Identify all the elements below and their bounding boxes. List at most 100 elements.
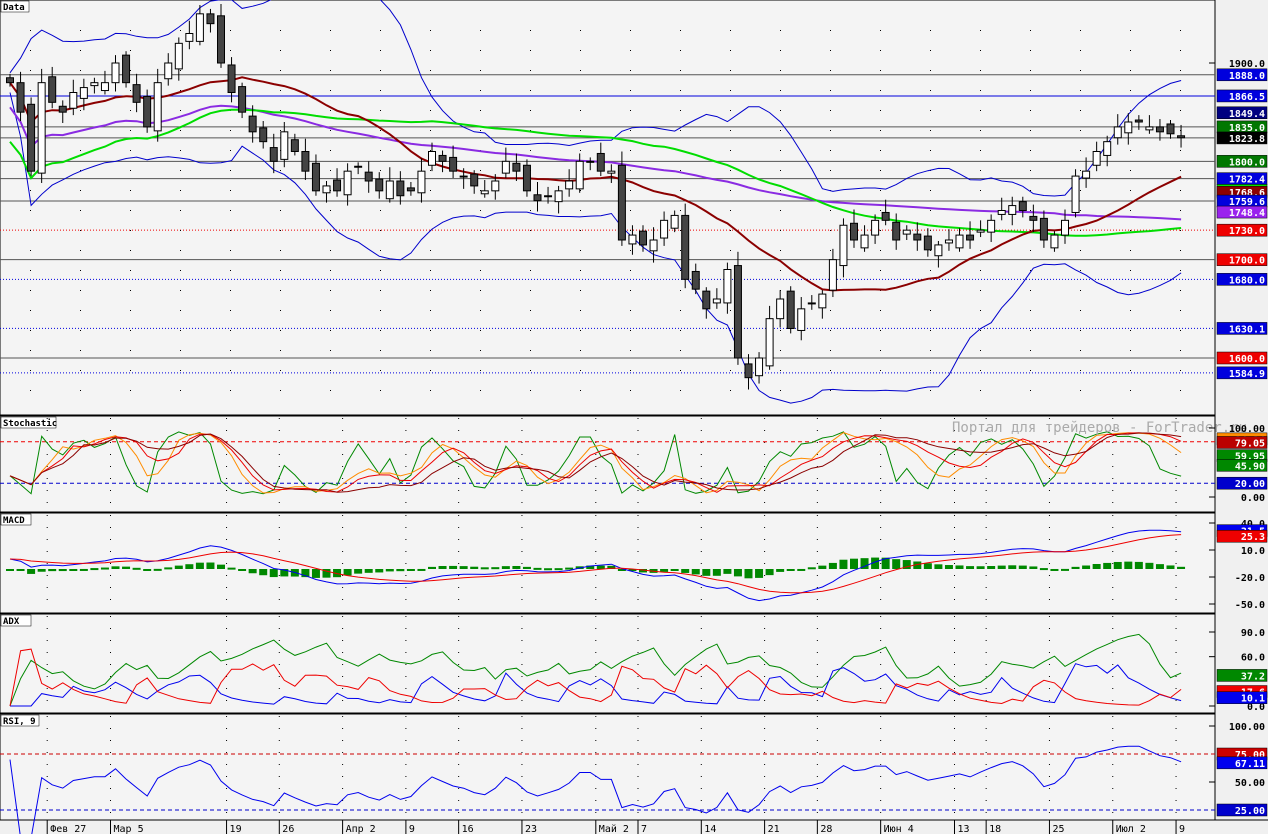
grid-dot	[130, 30, 131, 31]
grid-dot	[180, 390, 181, 391]
candle-body-bear	[406, 187, 415, 192]
macd-histogram-bar	[1103, 562, 1112, 569]
grid-dot	[680, 290, 681, 291]
grid-dot	[1080, 290, 1081, 291]
grid-dot	[1130, 30, 1131, 31]
grid-dot	[380, 90, 381, 91]
macd-histogram-bar	[428, 566, 436, 569]
candle-body-bull	[839, 224, 848, 267]
grid-dot	[1130, 390, 1131, 391]
price-tag: 1849.4	[1229, 109, 1265, 120]
grid-dot	[80, 230, 81, 231]
candle-body-bear	[1029, 215, 1038, 221]
grid-dot	[330, 350, 331, 351]
candle-body-bear	[617, 164, 626, 241]
grid-dot	[1130, 330, 1131, 331]
candle-body-bull	[1082, 170, 1091, 179]
candle-body-bear	[438, 154, 447, 162]
candle-body-bull	[100, 82, 109, 92]
grid-dot	[880, 350, 881, 351]
grid-dot	[1130, 50, 1131, 51]
grid-dot	[780, 210, 781, 211]
candle-body-bull	[491, 180, 500, 192]
grid-dot	[530, 210, 531, 211]
grid-dot	[80, 50, 81, 51]
grid-dot	[230, 350, 231, 351]
grid-dot	[30, 190, 31, 191]
grid-dot	[580, 30, 581, 31]
grid-dot	[80, 350, 81, 351]
candle-body-bear	[923, 235, 932, 251]
grid-dot	[1180, 370, 1181, 371]
grid-dot	[930, 310, 931, 311]
macd-histogram-bar	[1061, 568, 1069, 571]
grid-dot	[630, 210, 631, 211]
stochastic-tag: 79.05	[1235, 438, 1265, 449]
macd-histogram-bar	[1018, 565, 1027, 569]
grid-dot	[380, 390, 381, 391]
grid-dot	[30, 290, 31, 291]
macd-histogram-bar	[997, 565, 1006, 569]
candle-body-bull	[565, 180, 574, 190]
grid-dot	[1030, 150, 1031, 151]
grid-dot	[830, 50, 831, 51]
grid-dot	[1080, 390, 1081, 391]
grid-dot	[130, 210, 131, 211]
macd-histogram-bar	[554, 568, 563, 571]
grid-dot	[1030, 330, 1031, 331]
macd-histogram-bar	[681, 569, 690, 573]
grid-dot	[980, 150, 981, 151]
grid-dot	[80, 290, 81, 291]
grid-dot	[1030, 170, 1031, 171]
grid-dot	[130, 230, 131, 231]
candle-body-bear	[1155, 126, 1164, 133]
grid-dot	[930, 230, 931, 231]
grid-dot	[830, 30, 831, 31]
candle-body-bull	[417, 170, 426, 194]
grid-dot	[480, 310, 481, 311]
candle-body-bull	[871, 219, 880, 236]
grid-dot	[1080, 90, 1081, 91]
grid-dot	[980, 330, 981, 331]
grid-dot	[1030, 310, 1031, 311]
candle-body-bull	[459, 175, 468, 178]
grid-dot	[80, 210, 81, 211]
grid-dot	[30, 390, 31, 391]
macd-histogram-bar	[691, 569, 700, 575]
grid-dot	[980, 70, 981, 71]
grid-dot	[1180, 70, 1181, 71]
grid-dot	[80, 330, 81, 331]
grid-dot	[780, 350, 781, 351]
chart-canvas[interactable]: Data Stochastic MACD ADX RSI, 9 Фев 27 Мар 5 19…	[0, 0, 1268, 834]
grid-dot	[1180, 390, 1181, 391]
candle-body-bear	[966, 234, 975, 241]
candle-body-bear	[238, 86, 247, 113]
trading-chart: Data Stochastic MACD ADX RSI, 9 Фев 27 Мар 5 19…	[0, 0, 1268, 834]
grid-dot	[1030, 290, 1031, 291]
grid-dot	[1080, 270, 1081, 271]
grid-dot	[180, 190, 181, 191]
candle-body-bull	[1071, 175, 1080, 213]
grid-dot	[130, 50, 131, 51]
grid-dot	[930, 370, 931, 371]
candle-body-bull	[554, 190, 563, 203]
grid-dot	[1180, 250, 1181, 251]
grid-dot	[430, 210, 431, 211]
price-tag: 1748.4	[1229, 208, 1265, 219]
grid-dot	[530, 50, 531, 51]
grid-dot	[730, 350, 731, 351]
candle-body-bear	[48, 76, 57, 103]
candle-body-bear	[702, 290, 711, 310]
grid-dot	[430, 90, 431, 91]
grid-dot	[80, 70, 81, 71]
grid-dot	[680, 270, 681, 271]
grid-dot	[1180, 350, 1181, 351]
grid-dot	[630, 50, 631, 51]
candle-body-bear	[132, 84, 141, 103]
candle-body-bear	[1018, 201, 1027, 211]
grid-dot	[330, 330, 331, 331]
grid-dot	[330, 390, 331, 391]
macd-histogram-bar	[174, 565, 183, 569]
macd-histogram-bar	[259, 569, 268, 576]
candle-body-bear	[364, 171, 373, 182]
